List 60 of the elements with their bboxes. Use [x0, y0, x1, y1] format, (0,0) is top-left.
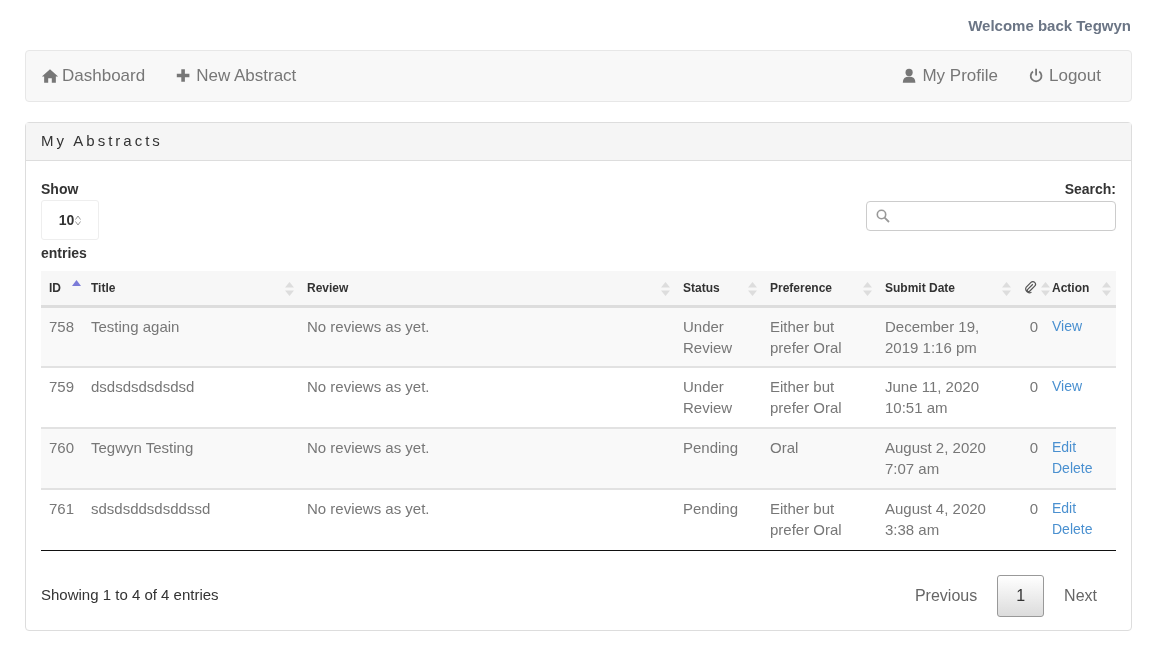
- table-cell: 0: [1016, 367, 1044, 428]
- action-link[interactable]: View: [1052, 315, 1083, 337]
- table-cell: August 4, 2020 3:38 am: [877, 489, 1016, 550]
- search-icon: [876, 209, 890, 223]
- page-length-select[interactable]: 10: [41, 200, 99, 240]
- entries-label: entries: [41, 244, 87, 263]
- action-link[interactable]: Edit: [1052, 498, 1077, 519]
- table-cell: 0: [1016, 428, 1044, 489]
- column-header[interactable]: Status: [675, 271, 762, 306]
- table-cell: Tegwyn Testing: [83, 428, 299, 489]
- column-header[interactable]: Action: [1044, 271, 1116, 306]
- table-cell: 758: [41, 306, 83, 367]
- table-cell: 759: [41, 367, 83, 428]
- table-cell: Pending: [675, 428, 762, 489]
- table-cell: Under Review: [675, 367, 762, 428]
- table-cell: June 11, 2020 10:51 am: [877, 367, 1016, 428]
- table-info-text: Showing 1 to 4 of 4 entries: [41, 585, 219, 606]
- search-field[interactable]: [866, 201, 1116, 231]
- table-cell: No reviews as yet.: [299, 367, 675, 428]
- table-cell: dsdsdsdsdsdsd: [83, 367, 299, 428]
- table-cell: August 2, 2020 7:07 am: [877, 428, 1016, 489]
- table-cell: sdsdsddsdsddssd: [83, 489, 299, 550]
- table-cell: 761: [41, 489, 83, 550]
- show-label: Show: [41, 180, 79, 199]
- nav-link[interactable]: Dashboard: [41, 63, 146, 89]
- welcome-text: Welcome back Tegwyn: [968, 15, 1131, 36]
- nav-link[interactable]: Logout: [1028, 63, 1101, 89]
- up-down-icon: [75, 214, 82, 226]
- action-link[interactable]: View: [1052, 376, 1083, 397]
- table-cell: Testing again: [83, 306, 299, 367]
- table-cell: No reviews as yet.: [299, 428, 675, 489]
- table-cell: Either but prefer Oral: [762, 306, 877, 367]
- nav-link[interactable]: New Abstract: [175, 63, 297, 89]
- table-cell: Under Review: [675, 306, 762, 367]
- table-cell: 0: [1016, 489, 1044, 550]
- table-cell: December 19, 2019 1:16 pm: [877, 306, 1016, 367]
- table-cell: 0: [1016, 306, 1044, 367]
- column-header[interactable]: Submit Date: [877, 271, 1016, 306]
- table-cell: No reviews as yet.: [299, 306, 675, 367]
- panel-title: My Abstracts: [41, 131, 163, 152]
- column-header[interactable]: Title: [83, 271, 299, 306]
- previous-button[interactable]: Previous: [895, 574, 997, 617]
- table-cell: No reviews as yet.: [299, 489, 675, 550]
- column-header[interactable]: ID: [41, 271, 83, 306]
- table-cell: Either but prefer Oral: [762, 367, 877, 428]
- table-cell: Either but prefer Oral: [762, 489, 877, 550]
- next-button[interactable]: Next: [1045, 574, 1116, 617]
- action-link[interactable]: Edit: [1052, 437, 1077, 458]
- table-cell: Oral: [762, 428, 877, 489]
- table-cell: Pending: [675, 489, 762, 550]
- column-header[interactable]: Review: [299, 271, 675, 306]
- action-link[interactable]: Delete: [1052, 458, 1093, 479]
- nav-link[interactable]: My Profile: [901, 63, 998, 89]
- house-icon: [41, 67, 59, 85]
- paperclip-icon[interactable]: [1024, 281, 1037, 295]
- search-label: Search:: [1064, 180, 1116, 199]
- column-header[interactable]: Preference: [762, 271, 877, 306]
- action-link[interactable]: Delete: [1052, 519, 1093, 540]
- page-button[interactable]: 1: [997, 574, 1045, 617]
- table-cell: 760: [41, 428, 83, 489]
